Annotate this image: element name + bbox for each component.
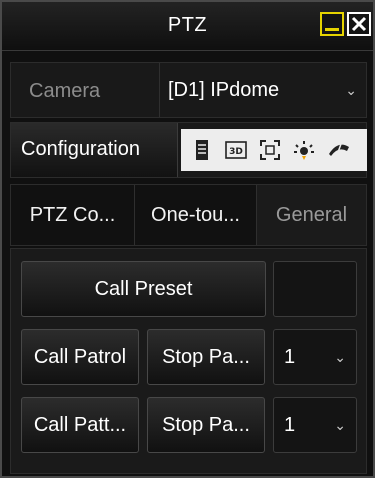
chevron-down-icon: ⌄ xyxy=(334,417,346,433)
light-icon[interactable] xyxy=(291,137,317,163)
tab-one-touch-label: One-tou... xyxy=(151,204,240,226)
pattern-number-select[interactable]: 1 ⌄ xyxy=(273,397,357,453)
pattern-number-value: 1 xyxy=(284,414,296,436)
document-icon[interactable] xyxy=(189,137,215,163)
configuration-label: Configuration xyxy=(21,138,140,160)
call-pattern-button[interactable]: Call Patt... xyxy=(21,397,139,453)
patrol-number-value: 1 xyxy=(284,346,296,368)
minimize-icon[interactable] xyxy=(320,12,344,36)
tab-bar: PTZ Co... One-tou... General xyxy=(10,184,367,246)
camera-select[interactable]: [D1] IPdome ⌄ xyxy=(159,63,367,117)
stop-pattern-button[interactable]: Stop Pa... xyxy=(147,397,265,453)
tab-general-label: General xyxy=(275,204,348,226)
ptz-controls-panel: Call Preset Call Patrol Stop Pa... 1 ⌄ C… xyxy=(10,248,367,474)
title-bar: PTZ xyxy=(2,2,373,51)
call-preset-button[interactable]: Call Preset xyxy=(21,261,266,317)
ptz-window: PTZ Camera [D1] IPdome ⌄ Configuration 3… xyxy=(0,0,375,478)
camera-label: Camera xyxy=(29,80,101,102)
tab-ptz-control-label: PTZ Co... xyxy=(29,204,116,226)
close-icon[interactable] xyxy=(347,12,371,36)
window-title: PTZ xyxy=(167,14,208,36)
camera-select-value: [D1] IPdome xyxy=(168,79,280,101)
call-preset-label: Call Preset xyxy=(94,278,193,300)
tab-general[interactable]: General xyxy=(257,185,366,245)
svg-text:3D: 3D xyxy=(229,147,243,157)
patrol-number-select[interactable]: 1 ⌄ xyxy=(273,329,357,385)
call-pattern-label: Call Patt... xyxy=(33,414,127,436)
chevron-down-icon: ⌄ xyxy=(334,349,346,365)
3d-icon[interactable]: 3D xyxy=(223,137,249,163)
tab-one-touch[interactable]: One-tou... xyxy=(135,185,257,245)
preset-number-input[interactable] xyxy=(273,261,357,317)
camera-row: Camera [D1] IPdome ⌄ xyxy=(10,62,367,118)
call-patrol-label: Call Patrol xyxy=(33,346,127,368)
stop-patrol-label: Stop Pa... xyxy=(162,346,250,368)
call-patrol-button[interactable]: Call Patrol xyxy=(21,329,139,385)
focus-frame-icon[interactable] xyxy=(257,137,283,163)
configuration-button[interactable]: Configuration xyxy=(11,123,178,177)
stop-patrol-button[interactable]: Stop Pa... xyxy=(147,329,265,385)
chevron-down-icon: ⌄ xyxy=(345,82,357,98)
tab-ptz-control[interactable]: PTZ Co... xyxy=(11,185,135,245)
stop-pattern-label: Stop Pa... xyxy=(162,414,250,436)
wiper-icon[interactable] xyxy=(325,137,351,163)
configuration-row: Configuration 3D xyxy=(10,122,367,178)
ptz-toolbar: 3D xyxy=(181,129,367,171)
